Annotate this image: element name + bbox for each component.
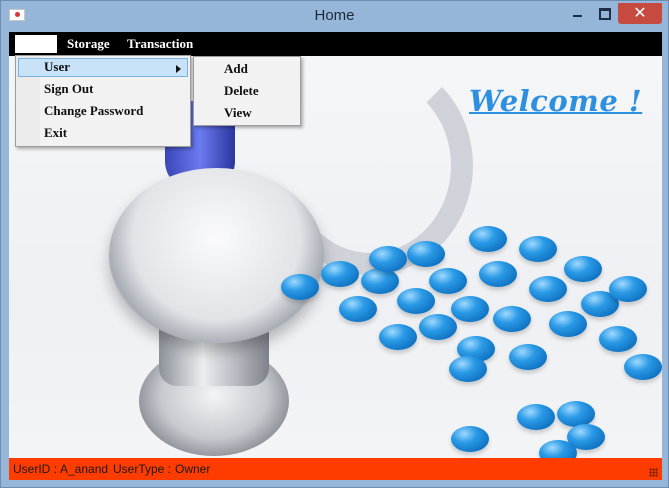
menu-storage[interactable]: Storage: [67, 35, 110, 53]
menu-item-change-password[interactable]: Change Password: [44, 101, 143, 121]
submenu-arrow-icon: [176, 65, 181, 73]
userid-value: A_anand: [60, 462, 109, 476]
pill: [479, 261, 517, 287]
status-bar: UserID : A_anand UserType : Owner: [9, 458, 662, 480]
client-area: Home Storage Transaction Welcome ! User …: [9, 32, 662, 480]
pill: [599, 326, 637, 352]
pill: [361, 268, 399, 294]
minimize-button[interactable]: [567, 4, 589, 24]
menu-bar: Home Storage Transaction: [9, 32, 662, 56]
pill: [519, 236, 557, 262]
pill: [339, 296, 377, 322]
userid-label: UserID :: [13, 462, 58, 476]
pill: [557, 401, 595, 427]
welcome-heading: Welcome !: [469, 84, 643, 118]
pill: [549, 311, 587, 337]
pill: [369, 246, 407, 272]
menu-item-add[interactable]: Add: [224, 59, 248, 79]
pill: [451, 296, 489, 322]
main-window: Home ✕ Home Storage Transaction Welcome …: [0, 0, 669, 488]
pill: [281, 274, 319, 300]
title-bar[interactable]: Home ✕: [1, 1, 668, 32]
menu-item-user-label: User: [44, 59, 70, 74]
pill: [529, 276, 567, 302]
menu-transaction[interactable]: Transaction: [127, 35, 193, 53]
pill: [564, 256, 602, 282]
pill: [451, 426, 489, 452]
menu-home[interactable]: Home: [15, 35, 57, 53]
pill: [609, 276, 647, 302]
resize-grip-icon[interactable]: [649, 468, 658, 477]
pill: [469, 226, 507, 252]
menu-item-exit[interactable]: Exit: [44, 123, 67, 143]
menu-item-sign-out[interactable]: Sign Out: [44, 79, 94, 99]
pill: [407, 241, 445, 267]
menu-item-view[interactable]: View: [224, 103, 252, 123]
pill: [449, 356, 487, 382]
pill: [509, 344, 547, 370]
stethoscope-head: [109, 168, 324, 343]
pill: [321, 261, 359, 287]
pill: [517, 404, 555, 430]
home-dropdown-menu: User Sign Out Change Password Exit: [15, 55, 191, 147]
pill: [493, 306, 531, 332]
close-button[interactable]: ✕: [618, 3, 662, 24]
usertype-label: UserType :: [113, 462, 172, 476]
pill: [379, 324, 417, 350]
menu-item-delete[interactable]: Delete: [224, 81, 259, 101]
pill: [429, 268, 467, 294]
pill: [624, 354, 662, 380]
pill: [419, 314, 457, 340]
user-submenu: Add Delete View: [193, 56, 301, 126]
pill: [397, 288, 435, 314]
usertype-value: Owner: [175, 462, 211, 476]
maximize-button[interactable]: [593, 4, 615, 24]
